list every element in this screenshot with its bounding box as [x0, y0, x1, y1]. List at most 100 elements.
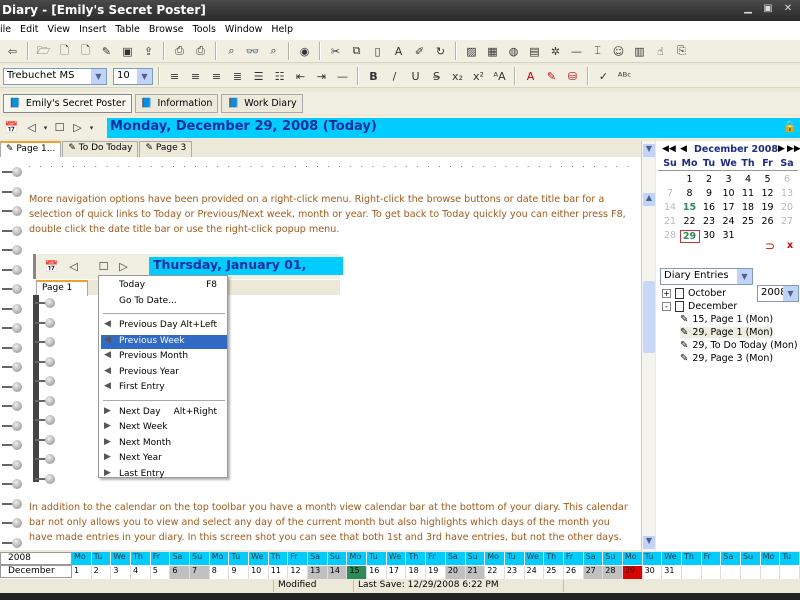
- clipboard-icon[interactable]: ⎘: [672, 42, 691, 61]
- calendar-day[interactable]: 5: [758, 174, 778, 185]
- bold-icon[interactable]: B: [364, 67, 383, 86]
- menu-item-next-week[interactable]: ▶ Next Week: [101, 421, 227, 435]
- menu-tools[interactable]: Tools: [193, 24, 216, 40]
- hr-icon[interactable]: —: [567, 42, 586, 61]
- calendar-day[interactable]: 7: [660, 188, 680, 199]
- maximize-button[interactable]: ▣: [760, 3, 776, 17]
- format-painter-icon[interactable]: ✐: [410, 42, 429, 61]
- binoculars-icon[interactable]: 👓: [243, 42, 262, 61]
- new-entry-icon[interactable]: 🗋: [76, 42, 95, 61]
- indent-icon[interactable]: ⇥: [312, 67, 331, 86]
- month-bar-day[interactable]: 1: [72, 566, 92, 579]
- today-square-icon[interactable]: ☐: [50, 118, 69, 137]
- numbering-icon[interactable]: ☷: [270, 67, 289, 86]
- justify-icon[interactable]: ≣: [228, 67, 247, 86]
- font-select[interactable]: Trebuchet MS ▼: [3, 67, 107, 85]
- month-bar-day[interactable]: 24: [525, 566, 545, 579]
- next-year-button[interactable]: ▶▶: [787, 144, 800, 154]
- month-bar-day[interactable]: 9: [229, 566, 250, 579]
- find-icon[interactable]: ⌕: [222, 42, 241, 61]
- spell-check-icon[interactable]: ✓: [594, 67, 613, 86]
- today-circle-icon[interactable]: ⊃: [765, 239, 775, 253]
- scroll-up-button[interactable]: ▼: [643, 144, 655, 157]
- find-replace-icon[interactable]: ⌕: [264, 42, 283, 61]
- next-month-button[interactable]: ▶: [778, 144, 785, 154]
- spell-options-icon[interactable]: ᴬᴮᶜ: [615, 67, 634, 86]
- web-icon[interactable]: ◍: [504, 42, 523, 61]
- horizontal-line-icon[interactable]: —: [333, 67, 352, 86]
- smiley-icon[interactable]: ☺: [609, 42, 628, 61]
- menu-item-previous-week[interactable]: ◀ Previous Week: [101, 334, 227, 349]
- calendar-day[interactable]: 24: [719, 216, 739, 227]
- menu-browse[interactable]: Browse: [149, 24, 184, 40]
- month-bar-day[interactable]: 30: [643, 566, 663, 579]
- globe-icon[interactable]: ◉: [295, 42, 314, 61]
- paste-icon[interactable]: ▯: [368, 42, 387, 61]
- strikethrough-icon[interactable]: S̶: [427, 67, 446, 86]
- italic-icon[interactable]: /: [385, 67, 404, 86]
- month-bar-day[interactable]: 13: [308, 566, 328, 579]
- calendar-day[interactable]: 18: [738, 202, 758, 213]
- month-bar-day[interactable]: 11: [269, 566, 289, 579]
- month-bar-day[interactable]: 22: [485, 566, 505, 579]
- menu-item-next-month[interactable]: ▶ Next Month: [101, 437, 227, 451]
- tree-node[interactable]: ✎ 29, To Do Today (Mon): [680, 340, 798, 351]
- expand-icon[interactable]: +: [662, 289, 671, 298]
- month-bar-day[interactable]: 5: [151, 566, 171, 579]
- calendar-day[interactable]: 26: [758, 216, 778, 227]
- calendar-day[interactable]: 22: [680, 216, 700, 227]
- calendar-day[interactable]: 2: [699, 174, 719, 185]
- calendar-day[interactable]: 23: [699, 216, 719, 227]
- menu-table[interactable]: Table: [115, 24, 140, 40]
- month-bar-day[interactable]: 21: [465, 566, 486, 579]
- calendar-day[interactable]: 8: [680, 188, 700, 199]
- month-bar-day[interactable]: 25: [544, 566, 564, 579]
- calendar-day[interactable]: 19: [758, 202, 778, 213]
- tree-node[interactable]: - December: [662, 301, 737, 312]
- month-bar-day[interactable]: 6: [170, 566, 191, 579]
- highlight-icon[interactable]: ✎: [542, 67, 561, 86]
- close-button[interactable]: ✕: [780, 3, 796, 17]
- prev-year-button[interactable]: ◀◀: [662, 144, 676, 154]
- tree-node[interactable]: ✎ 29, Page 1 (Mon): [680, 327, 774, 338]
- calendar-day[interactable]: 16: [699, 202, 719, 213]
- print-preview-icon[interactable]: ⎙: [170, 42, 189, 61]
- page-break-icon[interactable]: ⌶: [588, 42, 607, 61]
- tree-node[interactable]: + October: [662, 288, 726, 299]
- cut-icon[interactable]: ✂: [326, 42, 345, 61]
- minimize-button[interactable]: ▁: [740, 3, 756, 17]
- month-bar-day[interactable]: 31: [662, 566, 682, 579]
- menu-ile[interactable]: ile: [0, 24, 11, 40]
- diary-tab-1[interactable]: 📘 Information: [134, 94, 219, 113]
- collapse-icon[interactable]: -: [662, 302, 671, 311]
- hand-icon[interactable]: ☝: [651, 42, 670, 61]
- month-bar-day[interactable]: 28: [603, 566, 623, 579]
- menu-help[interactable]: Help: [271, 24, 293, 40]
- fill-icon[interactable]: ⛁: [563, 67, 582, 86]
- calendar-day[interactable]: 28: [660, 230, 680, 241]
- calendar-day[interactable]: 11: [738, 188, 758, 199]
- menu-item-first-entry[interactable]: ◀ First Entry: [101, 381, 227, 395]
- vertical-scrollbar[interactable]: ▼ ▲ ▼: [641, 141, 655, 551]
- month-bar-day[interactable]: 7: [190, 566, 210, 579]
- calendar-day[interactable]: 4: [738, 174, 758, 185]
- calendar-icon[interactable]: ▤: [525, 42, 544, 61]
- calendar-day[interactable]: 30: [699, 230, 719, 241]
- diary-tab-2[interactable]: 📘 Work Diary: [221, 94, 303, 113]
- calendar-day[interactable]: 13: [777, 188, 797, 199]
- month-bar-day[interactable]: 15: [347, 566, 368, 579]
- calendar-day[interactable]: 1: [680, 174, 700, 185]
- month-bar-day[interactable]: 17: [387, 566, 407, 579]
- menu-item-next-year[interactable]: ▶ Next Year: [101, 452, 227, 466]
- calendar-day[interactable]: 17: [719, 202, 739, 213]
- menu-item-previous-month[interactable]: ◀ Previous Month: [101, 350, 227, 364]
- month-bar-day[interactable]: 29: [622, 566, 643, 579]
- month-bar-day[interactable]: 3: [111, 566, 132, 579]
- redo-icon[interactable]: ↻: [431, 42, 450, 61]
- month-bar-month[interactable]: December: [0, 565, 72, 578]
- exit-icon[interactable]: ⇦: [3, 42, 22, 61]
- calendar-day[interactable]: 15: [680, 202, 700, 213]
- month-bar-day[interactable]: 20: [445, 566, 466, 579]
- scroll-up-icon[interactable]: ▲: [643, 193, 655, 206]
- page-tab-1[interactable]: ✎ To Do Today: [62, 141, 139, 157]
